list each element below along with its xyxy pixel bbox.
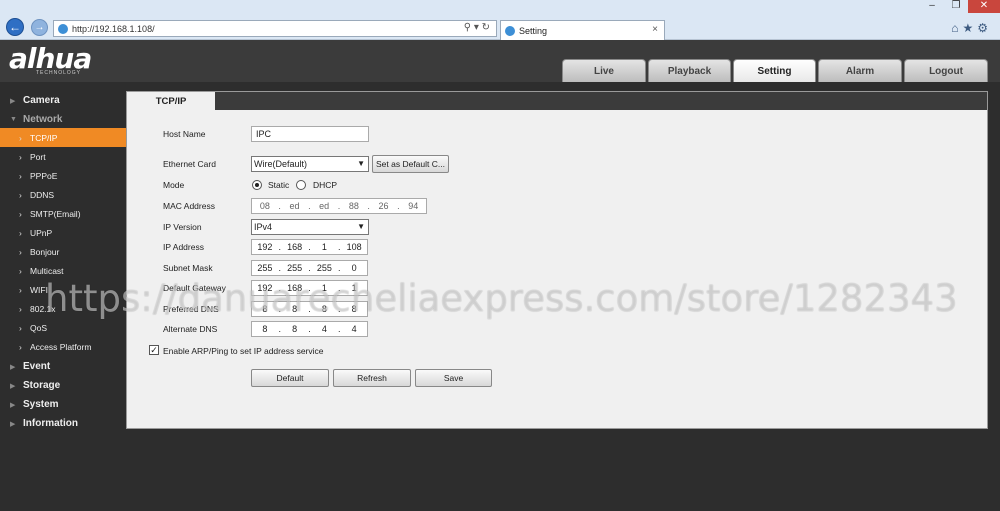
- host-name-input[interactable]: IPC: [251, 126, 369, 142]
- browser-tab-setting[interactable]: Setting ×: [500, 20, 665, 40]
- mac-address-field: 08. ed. ed. 88. 26. 94: [251, 198, 427, 214]
- chevron-right-icon: ›: [19, 132, 22, 143]
- expand-triangle-icon: ▶: [10, 363, 16, 371]
- chevron-down-icon: ▼: [357, 159, 365, 168]
- ip-version-select[interactable]: IPv4 ▼: [251, 219, 369, 235]
- settings-menu: ▶ Camera ▼ Network › TCP/IP › Port › PPPoE › D…: [0, 82, 126, 511]
- mac-address-label: MAC Address: [163, 201, 215, 211]
- url-text: http://192.168.1.108/: [72, 23, 155, 34]
- ip-address-field[interactable]: 192. 168. 1. 108: [251, 239, 368, 255]
- default-button[interactable]: Default: [251, 369, 329, 387]
- ip-version-label: IP Version: [163, 222, 202, 232]
- chevron-right-icon: ›: [19, 170, 22, 181]
- chevron-right-icon: ›: [19, 246, 22, 257]
- menu-item-smtp[interactable]: › SMTP(Email): [0, 204, 126, 223]
- mode-static-label: Static: [268, 180, 290, 190]
- tab-title: Setting: [519, 25, 548, 36]
- chevron-right-icon: ›: [19, 151, 22, 162]
- mode-static-radio[interactable]: [252, 180, 262, 190]
- host-name-label: Host Name: [163, 129, 206, 139]
- back-arrow-icon[interactable]: ←: [6, 18, 24, 36]
- arp-ping-label: Enable ARP/Ping to set IP address servic…: [163, 346, 324, 356]
- menu-network[interactable]: ▼ Network: [0, 110, 126, 129]
- logo-subtitle: TECHNOLOGY: [36, 70, 82, 76]
- chevron-right-icon: ›: [19, 284, 22, 295]
- chevron-right-icon: ›: [19, 322, 22, 333]
- preferred-dns-label: Preferred DNS: [163, 304, 219, 314]
- tab-tcpip[interactable]: TCP/IP: [127, 92, 215, 110]
- arp-ping-checkbox[interactable]: ✓: [149, 345, 159, 355]
- expand-triangle-icon: ▶: [10, 97, 16, 105]
- menu-item-upnp[interactable]: › UPnP: [0, 223, 126, 242]
- chevron-right-icon: ›: [19, 303, 22, 314]
- ethernet-card-label: Ethernet Card: [163, 159, 216, 169]
- search-refresh-icon[interactable]: ⚲ ▾ ↻: [464, 22, 490, 33]
- menu-item-bonjour[interactable]: › Bonjour: [0, 242, 126, 261]
- menu-item-wifi[interactable]: › WIFI: [0, 280, 126, 299]
- tab-logout[interactable]: Logout: [904, 59, 988, 82]
- tab-close-icon[interactable]: ×: [652, 24, 658, 35]
- expand-triangle-icon: ▶: [10, 382, 16, 390]
- browser-chrome: ← → http://192.168.1.108/ ⚲ ▾ ↻ Setting …: [0, 0, 1000, 40]
- mode-dhcp-label: DHCP: [313, 180, 338, 190]
- menu-item-multicast[interactable]: › Multicast: [0, 261, 126, 280]
- chevron-right-icon: ›: [19, 265, 22, 276]
- menu-item-8021x[interactable]: › 802.1x: [0, 299, 126, 318]
- tab-setting[interactable]: Setting: [733, 59, 816, 82]
- alternate-dns-field[interactable]: 8. 8. 4. 4: [251, 321, 368, 337]
- alternate-dns-label: Alternate DNS: [163, 324, 218, 334]
- expand-triangle-icon: ▶: [10, 401, 16, 409]
- window-close-icon[interactable]: ✕: [968, 0, 1000, 13]
- save-button[interactable]: Save: [415, 369, 492, 387]
- subnet-mask-label: Subnet Mask: [163, 263, 213, 273]
- menu-item-access-platform[interactable]: › Access Platform: [0, 337, 126, 356]
- menu-item-qos[interactable]: › QoS: [0, 318, 126, 337]
- menu-item-pppoe[interactable]: › PPPoE: [0, 166, 126, 185]
- app-header: alhua TECHNOLOGY Live Playback Setting A…: [0, 40, 1000, 82]
- chevron-right-icon: ›: [19, 189, 22, 200]
- collapse-triangle-icon: ▼: [10, 116, 17, 123]
- expand-triangle-icon: ▶: [10, 420, 16, 428]
- tab-favicon-icon: [505, 25, 515, 36]
- menu-event[interactable]: ▶ Event: [0, 357, 126, 376]
- tab-alarm[interactable]: Alarm: [818, 59, 902, 82]
- menu-storage[interactable]: ▶ Storage: [0, 376, 126, 395]
- default-gateway-field[interactable]: 192. 168. 1. 1: [251, 280, 368, 296]
- maximize-icon[interactable]: ❐: [944, 0, 968, 13]
- minimize-icon[interactable]: –: [920, 0, 944, 13]
- mode-dhcp-radio[interactable]: [296, 180, 306, 190]
- content-tab-strip: [127, 92, 987, 110]
- home-favorites-settings-icon[interactable]: ⌂★⚙: [951, 21, 992, 35]
- tab-live[interactable]: Live: [562, 59, 646, 82]
- tcpip-settings-panel: TCP/IP Host Name IPC Ethernet Card Wire(…: [126, 91, 988, 429]
- chevron-down-icon: ▼: [357, 222, 365, 231]
- set-default-card-button[interactable]: Set as Default C...: [372, 155, 449, 173]
- chevron-right-icon: ›: [19, 227, 22, 238]
- menu-item-ddns[interactable]: › DDNS: [0, 185, 126, 204]
- menu-information[interactable]: ▶ Information: [0, 414, 126, 433]
- ip-address-label: IP Address: [163, 242, 204, 252]
- tab-playback[interactable]: Playback: [648, 59, 731, 82]
- chevron-right-icon: ›: [19, 208, 22, 219]
- forward-arrow-icon[interactable]: →: [31, 19, 48, 36]
- mode-label: Mode: [163, 180, 185, 190]
- menu-item-tcpip[interactable]: › TCP/IP: [0, 128, 126, 147]
- preferred-dns-field[interactable]: 8. 8. 8. 8: [251, 301, 368, 317]
- menu-item-port[interactable]: › Port: [0, 147, 126, 166]
- ethernet-card-select[interactable]: Wire(Default) ▼: [251, 156, 369, 172]
- chevron-right-icon: ›: [19, 341, 22, 352]
- subnet-mask-field[interactable]: 255. 255. 255. 0: [251, 260, 368, 276]
- refresh-button[interactable]: Refresh: [333, 369, 411, 387]
- menu-camera[interactable]: ▶ Camera: [0, 91, 126, 110]
- site-icon: [58, 23, 68, 34]
- menu-system[interactable]: ▶ System: [0, 395, 126, 414]
- address-bar[interactable]: http://192.168.1.108/ ⚲ ▾ ↻: [53, 20, 497, 37]
- default-gateway-label: Default Gateway: [163, 283, 226, 293]
